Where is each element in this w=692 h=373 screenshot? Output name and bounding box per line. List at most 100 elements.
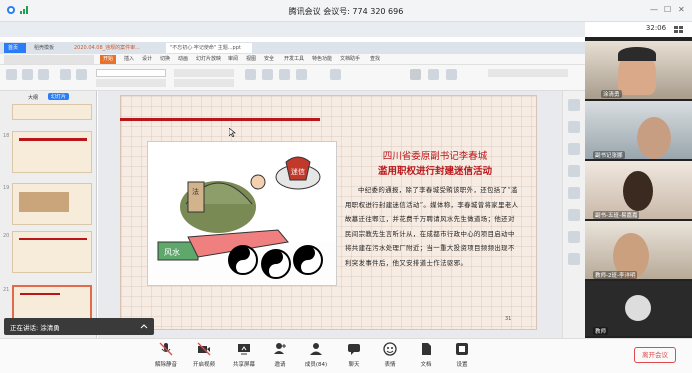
collapse-icon[interactable] — [140, 322, 149, 331]
layout-icon[interactable] — [76, 69, 87, 80]
pane-icon-3[interactable] — [568, 143, 580, 155]
ribbon-toolbar — [0, 65, 585, 91]
maximize-button[interactable]: ☐ — [664, 5, 671, 14]
settings-button[interactable]: 设置 — [444, 342, 480, 368]
participant-avatar — [625, 295, 651, 321]
reaction-button[interactable]: 表情 — [372, 342, 408, 368]
ribbon-tab-strip: 开始 插入 设计 切换 动画 幻灯片放映 审阅 视图 安全 开发工具 特色功能 … — [0, 54, 585, 65]
video-tile-4[interactable]: 教师-2班-李洋明 — [585, 221, 692, 279]
slide-thumbnail-panel: 大纲 幻灯片 18 19 20 21 — [0, 91, 97, 338]
meeting-timer: 32:06 — [645, 24, 667, 32]
cut-icon[interactable] — [22, 69, 33, 80]
font-select[interactable] — [96, 69, 166, 77]
font-style-group[interactable] — [96, 79, 166, 87]
minimize-button[interactable]: — — [650, 5, 658, 14]
video-tile-1[interactable]: 涂清勇 — [585, 41, 692, 99]
mute-button[interactable]: 解除静音 — [148, 342, 184, 368]
slide-thumbnail-18[interactable] — [12, 131, 92, 173]
tab-document-2[interactable]: "不忘初心·牢记使命" 主题...ppt — [166, 43, 252, 53]
speaking-indicator: 正在讲话: 涂清勇 — [4, 318, 154, 335]
task-pane-sidebar — [562, 91, 585, 338]
ribbon-tab-assistant[interactable]: 文档助手 — [340, 55, 360, 64]
documents-button[interactable]: 文档 — [408, 342, 444, 368]
add-person-icon — [274, 343, 286, 354]
slide-thumbnail-17[interactable] — [12, 104, 92, 120]
members-button[interactable]: 成员(84) — [298, 342, 334, 368]
ribbon-search[interactable]: 查找 — [370, 55, 380, 64]
slide-thumbnail-20[interactable] — [12, 231, 92, 273]
ribbon-tab-home[interactable]: 开始 — [100, 55, 117, 64]
participant-avatar — [637, 117, 671, 159]
alignment-group[interactable] — [174, 79, 234, 87]
pane-icon-8[interactable] — [568, 253, 580, 265]
settings-icon — [456, 343, 468, 355]
document-icon — [422, 343, 431, 355]
shapes-icon[interactable] — [262, 69, 273, 80]
pane-icon-6[interactable] — [568, 209, 580, 221]
share-status-bar — [0, 22, 585, 37]
smiley-icon — [383, 342, 397, 356]
close-button[interactable]: ✕ — [678, 5, 685, 14]
collab-share-group[interactable] — [488, 69, 568, 77]
slide-page-number: 31 — [505, 316, 512, 322]
invite-button[interactable]: 邀请 — [262, 342, 298, 368]
outline-icon[interactable] — [296, 69, 307, 80]
tab-slides[interactable]: 幻灯片 — [48, 93, 70, 100]
share-screen-button[interactable]: 共享屏幕 — [226, 342, 262, 368]
mouse-cursor-icon — [229, 128, 236, 137]
ribbon-tab-design[interactable]: 设计 — [142, 55, 152, 64]
slide-heading-2: 滥用职权进行封建迷信活动 — [377, 166, 492, 177]
format-painter-icon[interactable] — [38, 69, 49, 80]
share-screen-icon — [238, 344, 250, 355]
pane-icon-5[interactable] — [568, 187, 580, 199]
tab-outline[interactable]: 大纲 — [28, 94, 38, 101]
pane-icon-7[interactable] — [568, 231, 580, 243]
chat-button[interactable]: 聊天 — [336, 342, 372, 368]
tab-templates[interactable]: 稻壳模板 — [30, 43, 64, 53]
ribbon-tab-slideshow[interactable]: 幻灯片放映 — [196, 55, 221, 64]
ribbon-tab-review[interactable]: 审阅 — [228, 55, 238, 64]
pane-icon-2[interactable] — [568, 121, 580, 133]
ribbon-tab-insert[interactable]: 插入 — [124, 55, 134, 64]
slide-number-19: 19 — [3, 185, 10, 191]
ribbon-tab-transition[interactable]: 切换 — [160, 55, 170, 64]
ribbon-tab-developer[interactable]: 开发工具 — [284, 55, 304, 64]
slide-cartoon-image: 法 迷信 风水 — [147, 141, 337, 286]
pane-icon-4[interactable] — [568, 165, 580, 177]
textbox-icon[interactable] — [245, 69, 256, 80]
ribbon-tab-security[interactable]: 安全 — [264, 55, 274, 64]
paragraph-group[interactable] — [174, 69, 234, 77]
cartoon-word-law: 法 — [192, 187, 199, 196]
leave-meeting-button[interactable]: 离开会议 — [634, 347, 676, 363]
cartoon-word-fengshui: 风水 — [164, 247, 180, 257]
tab-document-1[interactable]: 2020.04.08_违规的案件审... — [70, 43, 156, 53]
chat-icon — [348, 344, 360, 355]
ribbon-tab-view[interactable]: 视图 — [246, 55, 256, 64]
pane-icon-1[interactable] — [568, 99, 580, 111]
video-tile-2[interactable]: 副书记张郦 — [585, 101, 692, 159]
slide-paragraph: 中纪委的通报，除了李春城受贿该职外，还包括了“滥用职权进行封建迷信活动”。媒体称… — [345, 186, 519, 267]
video-tile-5[interactable]: 教师 — [585, 281, 692, 336]
grid-layout-icon[interactable] — [674, 26, 684, 34]
video-button[interactable]: 开启视频 — [186, 342, 222, 368]
tab-home[interactable]: 首页 — [4, 43, 26, 53]
find-icon[interactable] — [330, 69, 341, 80]
microphone-muted-icon — [159, 342, 173, 356]
tool-icon[interactable] — [446, 69, 457, 80]
text-tool-icon[interactable] — [410, 69, 421, 80]
meeting-toolbar: 解除静音 开启视频 共享屏幕 邀请 成员(84) 聊天 表情 文档 设置 — [0, 338, 692, 373]
ribbon-tab-animation[interactable]: 动画 — [178, 55, 188, 64]
quick-access-toolbar[interactable] — [4, 55, 94, 64]
arrange-icon[interactable] — [279, 69, 290, 80]
ribbon-tab-features[interactable]: 特色功能 — [312, 55, 332, 64]
slide-accent-bar — [120, 118, 320, 121]
camera-off-icon — [197, 342, 211, 356]
participant-name-4: 教师-2班-李洋明 — [593, 271, 638, 279]
paste-icon[interactable] — [6, 69, 17, 80]
play-slideshow-icon[interactable] — [428, 69, 439, 80]
slide-thumbnail-19[interactable] — [12, 183, 92, 225]
video-tile-3[interactable]: 副书-五班-易嘉嘉 — [585, 161, 692, 219]
new-slide-icon[interactable] — [60, 69, 71, 80]
speaking-label: 正在讲话: 涂清勇 — [10, 324, 60, 332]
slide-number-18: 18 — [3, 133, 10, 139]
